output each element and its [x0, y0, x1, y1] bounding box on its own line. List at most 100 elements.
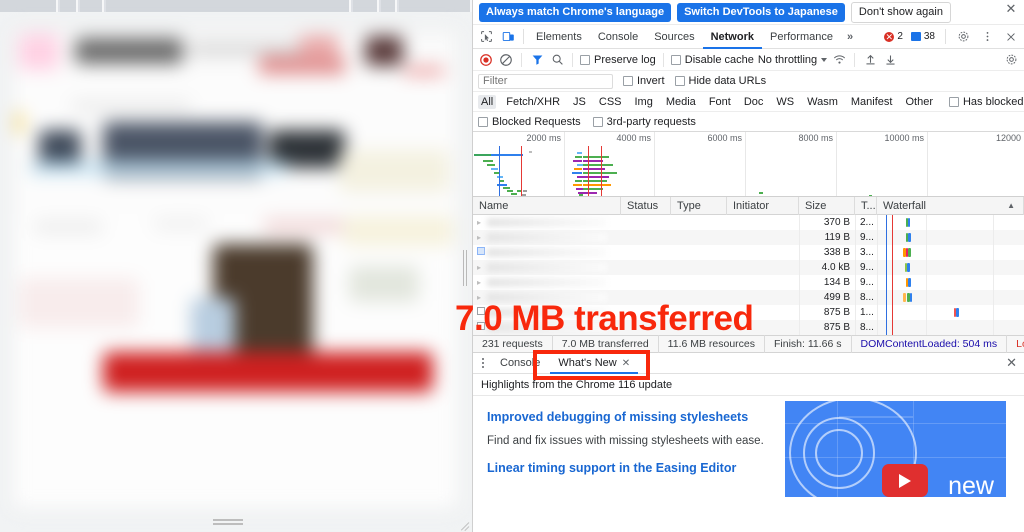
close-icon[interactable]: ✕ [1004, 2, 1018, 16]
request-waterfall-cell [877, 245, 1024, 260]
type-filter-all[interactable]: All [478, 94, 497, 109]
export-har-icon[interactable] [882, 52, 898, 68]
throttling-select[interactable]: No throttling [758, 54, 817, 66]
record-icon[interactable] [478, 52, 494, 68]
table-row[interactable]: ▸ 370 B 2... [473, 215, 1024, 230]
search-icon[interactable] [549, 52, 565, 68]
page-resize-grip[interactable] [213, 519, 243, 528]
tab-sources[interactable]: Sources [646, 25, 702, 49]
column-header-status[interactable]: Status [621, 196, 671, 215]
browser-tab-strip[interactable] [0, 0, 472, 12]
request-name-cell[interactable]: ▸ [473, 260, 621, 275]
inspect-element-icon[interactable] [475, 26, 497, 48]
request-name-cell[interactable]: ▸ [473, 275, 621, 290]
resource-type-filters: All Fetch/XHR JS CSS Img Media Font Doc … [473, 92, 1024, 112]
checkbox-icon [670, 54, 681, 65]
request-size-cell: 119 B [799, 230, 855, 245]
table-row[interactable]: ▸ 4.0 kB 9... [473, 260, 1024, 275]
timeline-marker [601, 146, 602, 196]
wifi-icon[interactable] [831, 52, 847, 68]
error-icon: ✕ [884, 31, 895, 42]
request-time-cell: 3... [855, 245, 877, 260]
blurred-page-content[interactable] [12, 29, 459, 510]
type-filter-fetch-xhr[interactable]: Fetch/XHR [503, 95, 563, 109]
request-time-cell: 1... [855, 305, 877, 320]
request-status-cell [621, 260, 671, 275]
tab-elements[interactable]: Elements [528, 25, 590, 49]
preserve-log-checkbox[interactable]: Preserve log [580, 54, 656, 66]
error-count: 2 [897, 31, 903, 42]
filter-icon[interactable] [529, 52, 545, 68]
whats-new-thumbnail-label: new [948, 472, 994, 497]
type-filter-wasm[interactable]: Wasm [804, 95, 841, 109]
filter-bar: Invert Hide data URLs [473, 71, 1024, 92]
third-party-requests-checkbox[interactable]: 3rd-party requests [592, 116, 696, 128]
play-button-icon[interactable] [882, 464, 928, 497]
overview-tick-label: 6000 ms [707, 133, 742, 143]
browser-page-pane[interactable] [0, 0, 472, 532]
dont-show-again-button[interactable]: Don't show again [850, 1, 951, 23]
column-header-waterfall[interactable]: Waterfall ▲ [877, 196, 1024, 215]
invert-checkbox[interactable]: Invert [623, 75, 665, 87]
warning-count-badge[interactable]: 38 [909, 29, 939, 45]
column-header-size[interactable]: Size [799, 196, 855, 215]
device-toolbar-icon[interactable] [497, 26, 519, 48]
column-header-initiator[interactable]: Initiator [727, 196, 799, 215]
type-filter-media[interactable]: Media [663, 95, 699, 109]
panel-resize-handle[interactable] [462, 250, 468, 286]
disable-cache-label: Disable cache [684, 53, 754, 66]
tab-console[interactable]: Console [590, 25, 646, 49]
column-header-name[interactable]: Name [473, 196, 621, 215]
kebab-menu-icon[interactable] [976, 26, 998, 48]
table-row[interactable]: ▸ 134 B 9... [473, 275, 1024, 290]
tab-network[interactable]: Network [703, 25, 762, 49]
type-filter-other[interactable]: Other [902, 95, 936, 109]
tabbar-right-controls: ✕ 2 38 [882, 26, 1022, 48]
network-overview-timeline[interactable]: 2000 ms 4000 ms 6000 ms 8000 ms 10000 ms… [473, 132, 1024, 197]
type-filter-img[interactable]: Img [632, 95, 656, 109]
whats-new-video-thumbnail[interactable]: new [785, 401, 1006, 497]
type-filter-doc[interactable]: Doc [741, 95, 767, 109]
close-drawer-icon[interactable]: ✕ [1006, 355, 1017, 371]
request-initiator-cell [727, 260, 799, 275]
request-time-cell: 9... [855, 275, 877, 290]
kebab-menu-icon[interactable] [476, 358, 490, 368]
request-name-cell[interactable]: ▸ [473, 215, 621, 230]
preserve-log-label: Preserve log [594, 53, 656, 66]
devtools-tabbar: Elements Console Sources Network Perform… [473, 25, 1024, 49]
table-row[interactable]: ▸ 119 B 9... [473, 230, 1024, 245]
error-count-badge[interactable]: ✕ 2 [882, 29, 907, 45]
has-blocked-cookies-label: Has blocked cookies [962, 95, 1024, 108]
column-header-type[interactable]: Type [671, 196, 727, 215]
request-time-cell: 8... [855, 320, 877, 335]
close-devtools-icon[interactable] [1000, 26, 1022, 48]
filter-input[interactable] [478, 73, 613, 89]
disable-cache-checkbox[interactable]: Disable cache [670, 53, 754, 66]
tab-performance[interactable]: Performance [762, 25, 841, 49]
hide-data-urls-checkbox[interactable]: Hide data URLs [674, 75, 766, 87]
switch-to-japanese-button[interactable]: Switch DevTools to Japanese [677, 2, 845, 22]
gear-icon[interactable] [952, 26, 974, 48]
window-resize-grip[interactable] [457, 518, 470, 532]
type-filter-js[interactable]: JS [570, 95, 589, 109]
table-row[interactable]: 338 B 3... [473, 245, 1024, 260]
type-filter-css[interactable]: CSS [596, 95, 625, 109]
network-settings-gear-icon[interactable] [1003, 52, 1019, 68]
request-name-cell[interactable]: ▸ [473, 230, 621, 245]
type-filter-manifest[interactable]: Manifest [848, 95, 896, 109]
type-filter-font[interactable]: Font [706, 95, 734, 109]
always-match-language-button[interactable]: Always match Chrome's language [479, 2, 672, 22]
clear-icon[interactable] [498, 52, 514, 68]
import-har-icon[interactable] [862, 52, 878, 68]
more-tabs-icon[interactable]: » [841, 31, 859, 43]
sort-ascending-icon[interactable]: ▲ [1007, 197, 1015, 215]
type-filter-ws[interactable]: WS [773, 95, 797, 109]
timeline-marker [588, 146, 589, 196]
has-blocked-cookies-checkbox[interactable]: Has blocked cookies [948, 95, 1024, 108]
request-name-cell[interactable] [473, 245, 621, 260]
chevron-down-icon[interactable] [821, 57, 828, 62]
column-header-time[interactable]: T... [855, 196, 877, 215]
request-waterfall-cell [877, 275, 1024, 290]
blocked-requests-checkbox[interactable]: Blocked Requests [478, 116, 581, 128]
overview-tick-label: 4000 ms [616, 133, 651, 143]
